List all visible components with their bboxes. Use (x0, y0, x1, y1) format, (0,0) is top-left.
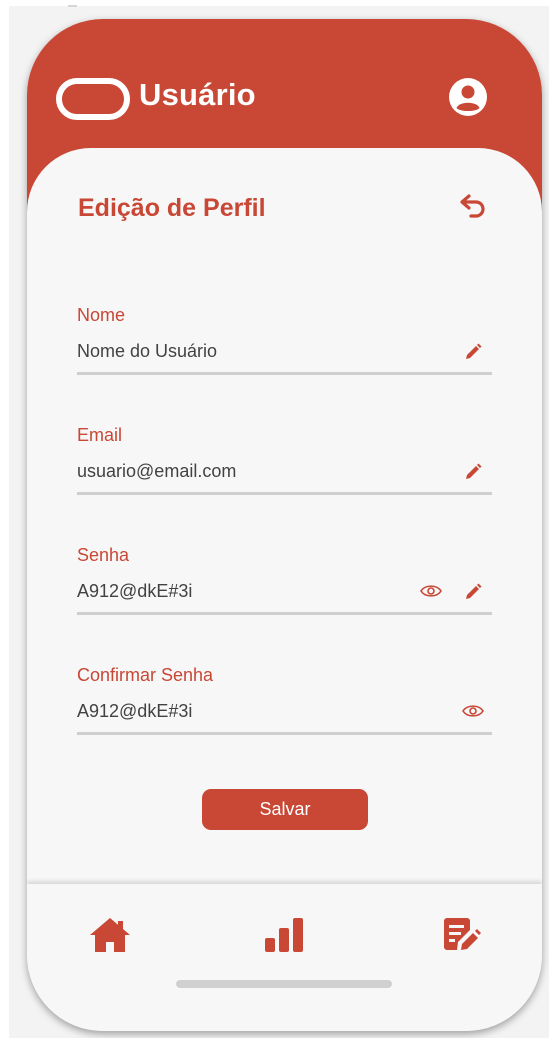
name-input[interactable] (77, 341, 407, 362)
confirm-password-input[interactable] (77, 701, 407, 722)
user-circle-icon[interactable] (448, 77, 488, 117)
pencil-icon[interactable] (463, 342, 483, 362)
frame-mark (68, 5, 77, 7)
confirm-password-underline (77, 732, 492, 735)
password-label: Senha (77, 545, 130, 565)
pencil-icon[interactable] (463, 462, 483, 482)
app-title: Usuário (139, 77, 256, 112)
phone-screen: Usuário Edição de Perfil Nome Email (27, 19, 542, 1031)
eye-icon[interactable] (419, 583, 443, 599)
password-field: Senha (77, 545, 492, 617)
save-button[interactable]: Salvar (202, 789, 368, 830)
pill-logo-icon (56, 78, 130, 120)
email-label: Email (77, 425, 123, 445)
home-icon[interactable] (88, 916, 132, 954)
name-field: Nome (77, 305, 492, 377)
password-input[interactable] (77, 581, 407, 602)
password-underline (77, 612, 492, 615)
name-underline (77, 372, 492, 375)
home-indicator[interactable] (176, 980, 392, 988)
email-input[interactable] (77, 461, 407, 482)
eye-icon[interactable] (461, 703, 485, 719)
bottom-nav (27, 884, 542, 1031)
name-label: Nome (77, 305, 126, 325)
pencil-icon[interactable] (463, 582, 483, 602)
email-underline (77, 492, 492, 495)
confirm-password-label: Confirmar Senha (77, 665, 214, 685)
edit-profile-card: Edição de Perfil Nome Email (27, 148, 542, 908)
confirm-password-field: Confirmar Senha (77, 665, 492, 737)
bar-chart-icon[interactable] (263, 916, 307, 954)
undo-arrow-icon[interactable] (459, 192, 489, 218)
page-title: Edição de Perfil (78, 194, 266, 222)
edit-document-icon[interactable] (439, 916, 483, 954)
email-field: Email (77, 425, 492, 497)
